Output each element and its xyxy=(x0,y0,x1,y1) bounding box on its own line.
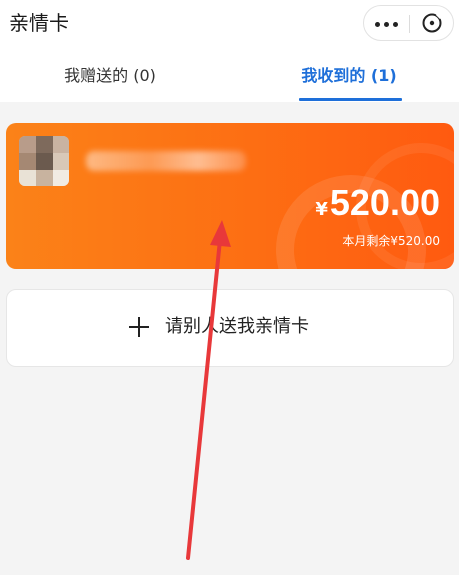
close-circle-icon xyxy=(422,12,443,33)
amount-value: 520.00 xyxy=(329,182,440,223)
page-title: 亲情卡 xyxy=(9,11,69,35)
currency-symbol: ¥ xyxy=(315,199,328,220)
sender-name-redacted xyxy=(86,151,246,171)
active-tab-indicator xyxy=(299,98,402,101)
plus-icon xyxy=(129,317,149,337)
close-button[interactable] xyxy=(410,6,453,40)
mini-program-capsule xyxy=(363,5,454,41)
header: 亲情卡 我赠送的 (0) 我收到的 (1) xyxy=(0,0,459,102)
monthly-remaining: 本月剩余¥520.00 xyxy=(342,234,440,248)
tab-received[interactable]: 我收到的 (1) xyxy=(279,64,419,88)
ask-for-card-button[interactable]: 请别人送我亲情卡 xyxy=(6,289,454,367)
family-card[interactable]: ¥520.00 本月剩余¥520.00 xyxy=(6,123,454,269)
tab-sent[interactable]: 我赠送的 (0) xyxy=(40,64,180,88)
family-card-page: 亲情卡 我赠送的 (0) 我收到的 (1) ¥520.00 本月剩余¥520.0… xyxy=(0,0,459,575)
avatar xyxy=(19,136,69,186)
more-button[interactable] xyxy=(364,6,409,40)
ask-for-card-label: 请别人送我亲情卡 xyxy=(165,316,309,337)
annotation-arrow-shaft xyxy=(186,238,222,560)
card-amount: ¥520.00 xyxy=(315,183,440,223)
